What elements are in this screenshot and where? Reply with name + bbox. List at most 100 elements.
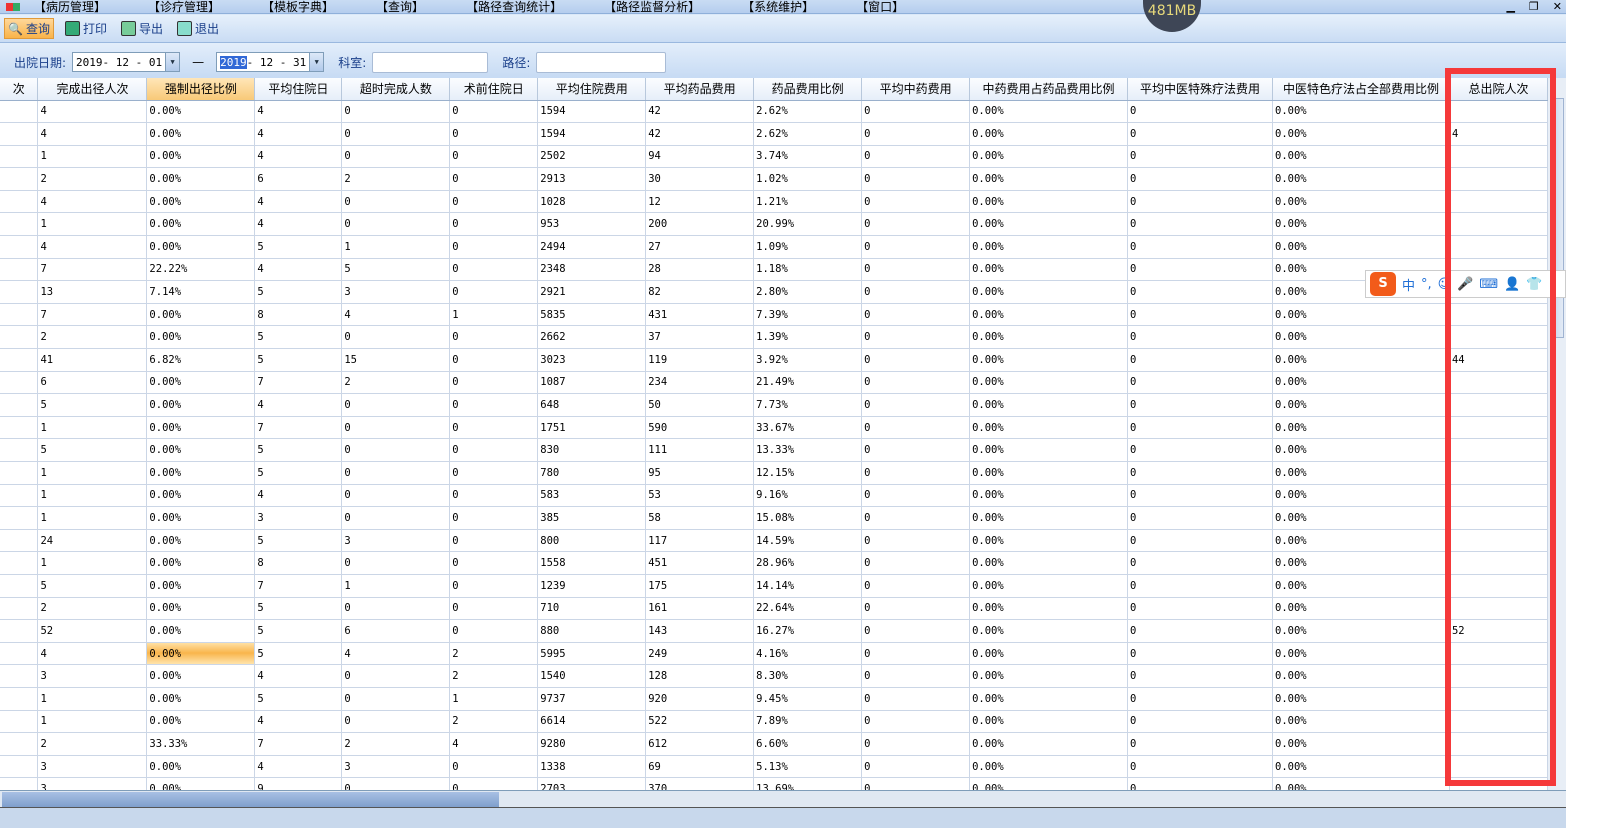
table-cell[interactable]: 0.00% bbox=[969, 145, 1129, 169]
table-cell[interactable]: 8 bbox=[254, 303, 343, 327]
table-cell[interactable]: 111 bbox=[645, 438, 755, 462]
table-cell[interactable]: 451 bbox=[645, 551, 755, 575]
table-cell[interactable]: 0 bbox=[861, 484, 971, 508]
ime-punctuation[interactable]: °, bbox=[1421, 277, 1432, 292]
table-cell[interactable]: 0 bbox=[449, 777, 539, 790]
table-cell[interactable]: 0.00% bbox=[969, 461, 1129, 485]
table-cell[interactable]: 1594 bbox=[537, 100, 647, 124]
table-cell[interactable]: 1 bbox=[37, 484, 148, 508]
table-cell[interactable]: 69 bbox=[645, 755, 755, 779]
table-row[interactable]: 2 0.00% 5 0 0 2662 37 1.39% 0 0.00% 0 0.00% bbox=[0, 325, 1548, 350]
table-cell[interactable]: 780 bbox=[537, 461, 647, 485]
table-cell[interactable]: 0 bbox=[1127, 348, 1273, 372]
table-cell[interactable]: 7 bbox=[254, 416, 343, 440]
table-cell[interactable]: 5 bbox=[254, 235, 343, 259]
table-cell[interactable]: 0.00% bbox=[969, 167, 1129, 191]
table-cell[interactable]: 0 bbox=[861, 416, 971, 440]
table-cell[interactable]: 0.00% bbox=[1272, 325, 1450, 350]
table-cell[interactable]: 0.00% bbox=[969, 642, 1129, 666]
table-cell[interactable]: 28.96% bbox=[753, 551, 863, 575]
table-cell[interactable]: 20.99% bbox=[753, 212, 863, 237]
table-row[interactable]: 1 0.00% 5 0 1 9737 920 9.45% 0 0.00% 0 0.00% bbox=[0, 687, 1548, 711]
table-cell[interactable]: 0 bbox=[341, 461, 451, 485]
table-cell[interactable]: 0.00% bbox=[146, 551, 256, 575]
table-cell[interactable] bbox=[0, 393, 39, 417]
table-cell[interactable]: 4 bbox=[254, 710, 343, 734]
table-cell[interactable]: 37 bbox=[645, 325, 755, 350]
table-cell[interactable]: 648 bbox=[537, 393, 647, 417]
table-cell[interactable]: 0 bbox=[1127, 755, 1273, 779]
table-cell[interactable] bbox=[0, 597, 39, 621]
table-cell[interactable]: 0.00% bbox=[1272, 212, 1450, 237]
table-cell[interactable]: 0.00% bbox=[146, 371, 256, 395]
table-cell[interactable]: 0 bbox=[341, 551, 451, 575]
table-cell[interactable]: 15 bbox=[341, 348, 451, 372]
table-cell[interactable] bbox=[0, 303, 39, 327]
table-cell[interactable]: 5 bbox=[254, 325, 343, 350]
table-cell[interactable]: 4 bbox=[37, 100, 148, 124]
table-cell[interactable] bbox=[1449, 755, 1548, 779]
table-cell[interactable]: 0.00% bbox=[146, 529, 256, 553]
table-cell[interactable] bbox=[1449, 371, 1548, 395]
table-cell[interactable]: 0 bbox=[861, 235, 971, 259]
table-row[interactable]: 5 0.00% 5 0 0 830 111 13.33% 0 0.00% 0 0.00% bbox=[0, 438, 1548, 462]
table-cell[interactable] bbox=[1449, 145, 1548, 169]
table-cell[interactable] bbox=[1449, 303, 1548, 327]
table-cell[interactable]: 2.62% bbox=[753, 100, 863, 124]
table-row[interactable]: 1 0.00% 4 0 0 583 53 9.16% 0 0.00% 0 0.00% bbox=[0, 484, 1548, 508]
column-header[interactable]: 总出院人次 bbox=[1449, 78, 1548, 101]
table-cell[interactable]: 0 bbox=[1127, 687, 1273, 711]
table-cell[interactable]: 9.16% bbox=[753, 484, 863, 508]
table-cell[interactable]: 5835 bbox=[537, 303, 647, 327]
table-cell[interactable]: 175 bbox=[645, 574, 755, 598]
table-cell[interactable]: 0 bbox=[449, 619, 539, 643]
table-cell[interactable]: 3023 bbox=[537, 348, 647, 372]
table-cell[interactable]: 15.08% bbox=[753, 506, 863, 530]
table-cell[interactable]: 3 bbox=[37, 664, 148, 688]
table-cell[interactable]: 880 bbox=[537, 619, 647, 643]
table-cell[interactable]: 6 bbox=[37, 371, 148, 395]
table-cell[interactable]: 0.00% bbox=[146, 393, 256, 417]
table-cell[interactable]: 0.00% bbox=[969, 484, 1129, 508]
table-row[interactable]: 4 0.00% 5 1 0 2494 27 1.09% 0 0.00% 0 0.00% bbox=[0, 235, 1548, 259]
table-row[interactable]: 2 0.00% 6 2 0 2913 30 1.02% 0 0.00% 0 0.00% bbox=[0, 167, 1548, 191]
table-cell[interactable] bbox=[0, 506, 39, 530]
column-header[interactable]: 超时完成人数 bbox=[341, 78, 451, 101]
table-cell[interactable]: 0 bbox=[449, 280, 539, 304]
table-cell[interactable]: 24 bbox=[37, 529, 148, 553]
table-cell[interactable]: 0.00% bbox=[146, 167, 256, 191]
table-cell[interactable]: 1 bbox=[37, 461, 148, 485]
table-cell[interactable]: 6 bbox=[341, 619, 451, 643]
table-cell[interactable] bbox=[0, 574, 39, 598]
minimize-icon[interactable]: ▁ bbox=[1506, 0, 1514, 14]
table-cell[interactable]: 0 bbox=[449, 574, 539, 598]
table-cell[interactable]: 0 bbox=[1127, 258, 1273, 282]
table-cell[interactable]: 1 bbox=[341, 235, 451, 259]
table-cell[interactable]: 0 bbox=[861, 597, 971, 621]
table-cell[interactable] bbox=[0, 777, 39, 790]
table-cell[interactable]: 3.92% bbox=[753, 348, 863, 372]
table-cell[interactable]: 0 bbox=[861, 732, 971, 756]
table-cell[interactable]: 13 bbox=[37, 280, 148, 304]
table-cell[interactable]: 0.00% bbox=[1272, 190, 1450, 214]
table-cell[interactable]: 1594 bbox=[537, 122, 647, 146]
table-cell[interactable]: 234 bbox=[645, 371, 755, 395]
table-cell[interactable]: 0.00% bbox=[1272, 461, 1450, 485]
table-row[interactable]: 7 0.00% 8 4 1 5835 431 7.39% 0 0.00% 0 0.00% bbox=[0, 303, 1548, 327]
table-cell[interactable] bbox=[0, 145, 39, 169]
table-cell[interactable]: 249 bbox=[645, 642, 755, 666]
column-header[interactable]: 平均中药费用 bbox=[861, 78, 971, 101]
table-cell[interactable]: 4 bbox=[254, 258, 343, 282]
scrollbar-thumb[interactable] bbox=[2, 792, 499, 807]
table-cell[interactable]: 0.00% bbox=[1272, 710, 1450, 734]
table-cell[interactable]: 5 bbox=[341, 258, 451, 282]
table-cell[interactable]: 0.00% bbox=[969, 619, 1129, 643]
table-cell[interactable]: 0.00% bbox=[969, 597, 1129, 621]
table-cell[interactable]: 4 bbox=[254, 212, 343, 237]
table-cell[interactable]: 0 bbox=[449, 145, 539, 169]
table-cell[interactable]: 0 bbox=[341, 710, 451, 734]
table-row[interactable]: 1 0.00% 3 0 0 385 58 15.08% 0 0.00% 0 0.00% bbox=[0, 506, 1548, 530]
table-cell[interactable]: 4 bbox=[254, 755, 343, 779]
table-cell[interactable]: 0.00% bbox=[146, 687, 256, 711]
table-cell[interactable]: 0 bbox=[1127, 529, 1273, 553]
